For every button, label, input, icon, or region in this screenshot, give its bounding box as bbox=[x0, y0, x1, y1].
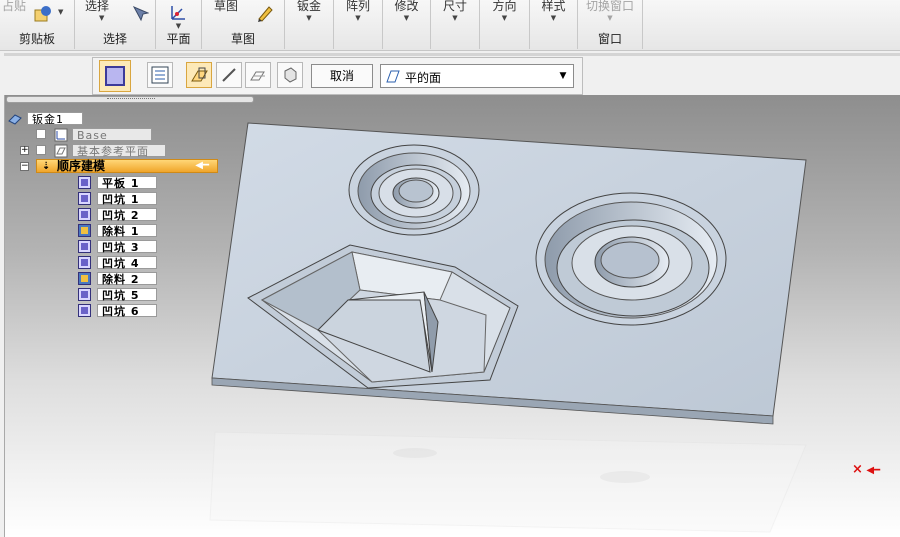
visibility-checkbox[interactable] bbox=[36, 145, 46, 155]
dimple-icon bbox=[78, 192, 91, 205]
tree-item-label[interactable]: 基本参考平面 bbox=[72, 144, 166, 158]
face-type-select[interactable]: 平的面 ▼ bbox=[380, 64, 574, 88]
edge-button[interactable] bbox=[216, 62, 242, 88]
reference-plane-icon bbox=[54, 144, 68, 158]
scrollbar-grip[interactable] bbox=[107, 98, 155, 102]
expand-icon[interactable]: + bbox=[20, 146, 29, 155]
cancel-button[interactable]: 取消 bbox=[311, 64, 373, 88]
sheet-metal-part-icon bbox=[8, 112, 22, 125]
feature-item-label[interactable]: 凹坑 4 bbox=[97, 256, 157, 270]
dimple-icon bbox=[78, 256, 91, 269]
tree-item-label: 顺序建模 bbox=[57, 159, 106, 173]
dimple-round-small[interactable] bbox=[348, 144, 480, 236]
face-type-value: 平的面 bbox=[405, 71, 442, 85]
dimple-icon bbox=[78, 288, 91, 301]
dimple-icon bbox=[78, 208, 91, 221]
feature-item-label[interactable]: 平板 1 bbox=[97, 176, 157, 190]
tree-item-label[interactable]: Base bbox=[72, 128, 152, 142]
sequential-icon: ⇣ bbox=[42, 161, 51, 172]
feature-list-button[interactable] bbox=[147, 62, 173, 88]
floor-reflection bbox=[209, 431, 807, 533]
rollback-marker-icon[interactable]: ◀━ bbox=[195, 160, 209, 172]
chevron-down-icon[interactable]: ▼ bbox=[555, 67, 571, 85]
face-type-icon bbox=[385, 68, 401, 87]
origin-x-label: × bbox=[852, 462, 863, 477]
coplanar-face-button[interactable] bbox=[186, 62, 212, 88]
collapse-icon[interactable]: − bbox=[20, 162, 29, 171]
dimple-icon bbox=[78, 304, 91, 317]
feature-item-label[interactable]: 凹坑 6 bbox=[97, 304, 157, 318]
feature-item-label[interactable]: 除料 1 bbox=[97, 224, 157, 238]
dimple-icon bbox=[78, 240, 91, 253]
sequential-modeling-node[interactable]: ⇣ 顺序建模 ◀━ bbox=[36, 159, 218, 173]
feature-item-label[interactable]: 凹坑 3 bbox=[97, 240, 157, 254]
cutout-icon bbox=[78, 224, 91, 237]
parallel-face-button[interactable] bbox=[245, 62, 271, 88]
feature-item-label[interactable]: 除料 2 bbox=[97, 272, 157, 286]
tab-icon bbox=[78, 176, 91, 189]
visibility-checkbox[interactable] bbox=[36, 129, 46, 139]
tree-root-label[interactable]: 钣金1 bbox=[27, 112, 83, 126]
feature-item-label[interactable]: 凹坑 5 bbox=[97, 288, 157, 302]
pathfinder-scrollbar[interactable] bbox=[6, 96, 254, 103]
cutout-icon bbox=[78, 272, 91, 285]
feature-item-label[interactable]: 凹坑 1 bbox=[97, 192, 157, 206]
dimple-round-large[interactable] bbox=[535, 192, 727, 326]
body-button[interactable] bbox=[277, 62, 303, 88]
coordinate-origin-marker: × ◀━ bbox=[852, 462, 881, 477]
feature-item-label[interactable]: 凹坑 2 bbox=[97, 208, 157, 222]
face-select-mode-button[interactable] bbox=[99, 60, 131, 92]
command-bar: 取消 平的面 ▼ bbox=[92, 57, 583, 95]
coordinate-system-icon bbox=[54, 128, 68, 142]
